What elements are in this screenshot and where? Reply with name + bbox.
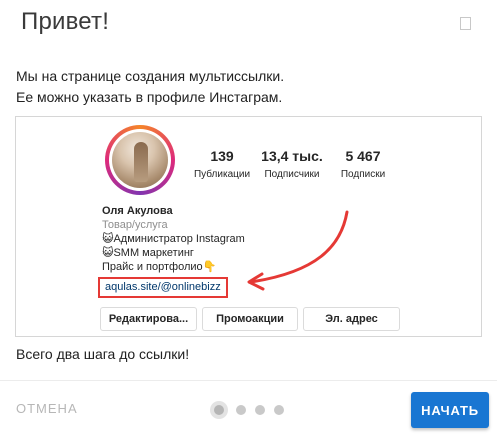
outro-text: Всего два шага до ссылки! bbox=[16, 346, 190, 362]
welcome-dialog: Привет! Мы на странице создания мультисс… bbox=[0, 0, 497, 434]
cancel-button[interactable]: ОТМЕНА bbox=[16, 401, 78, 416]
footer-divider bbox=[0, 380, 497, 381]
instagram-profile-screenshot: 139 Публикации 13,4 тыс. Подписчики 5 46… bbox=[15, 116, 482, 337]
dialog-title: Привет! bbox=[21, 8, 110, 35]
profile-bio: Оля Акулова Товар/услуга 😺Администратор … bbox=[98, 204, 245, 298]
start-button[interactable]: НАЧАТЬ bbox=[411, 392, 489, 428]
stat-posts-value: 139 bbox=[210, 148, 234, 164]
stat-followers: 13,4 тыс. Подписчики bbox=[257, 147, 327, 182]
bio-line-1: 😺Администратор Instagram bbox=[102, 233, 245, 245]
step-indicator bbox=[210, 400, 290, 420]
stat-followers-label: Подписчики bbox=[264, 169, 320, 180]
intro-line-2: Ее можно указать в профиле Инстаграм. bbox=[16, 89, 283, 105]
intro-text: Мы на странице создания мультиссылки. Ее… bbox=[16, 66, 284, 108]
stat-followers-value: 13,4 тыс. bbox=[261, 148, 323, 164]
edit-profile-button: Редактирова... bbox=[100, 307, 197, 331]
stat-following: 5 467 Подписки bbox=[328, 147, 398, 182]
step-dot-1[interactable] bbox=[210, 401, 228, 419]
promotions-button: Промоакции bbox=[202, 307, 298, 331]
stat-posts: 139 Публикации bbox=[187, 147, 257, 182]
profile-category: Товар/услуга bbox=[102, 219, 168, 231]
step-dot-3[interactable] bbox=[255, 405, 265, 415]
stat-following-label: Подписки bbox=[340, 169, 386, 180]
bio-line-3: Прайс и портфолио👇 bbox=[102, 261, 217, 273]
bio-line-2: 😺SMM маркетинг bbox=[102, 247, 194, 259]
intro-line-1: Мы на странице создания мультиссылки. bbox=[16, 68, 285, 84]
stat-posts-label: Публикации bbox=[193, 169, 251, 180]
profile-name: Оля Акулова bbox=[102, 205, 173, 217]
email-button: Эл. адрес bbox=[303, 307, 400, 331]
avatar-photo bbox=[112, 132, 168, 188]
avatar bbox=[105, 125, 175, 195]
step-dot-2[interactable] bbox=[236, 405, 246, 415]
profile-link-highlighted: aqulas.site/@onlinebizz bbox=[98, 277, 228, 298]
stat-following-value: 5 467 bbox=[345, 148, 381, 164]
close-icon[interactable] bbox=[460, 17, 471, 30]
step-dot-4[interactable] bbox=[274, 405, 284, 415]
